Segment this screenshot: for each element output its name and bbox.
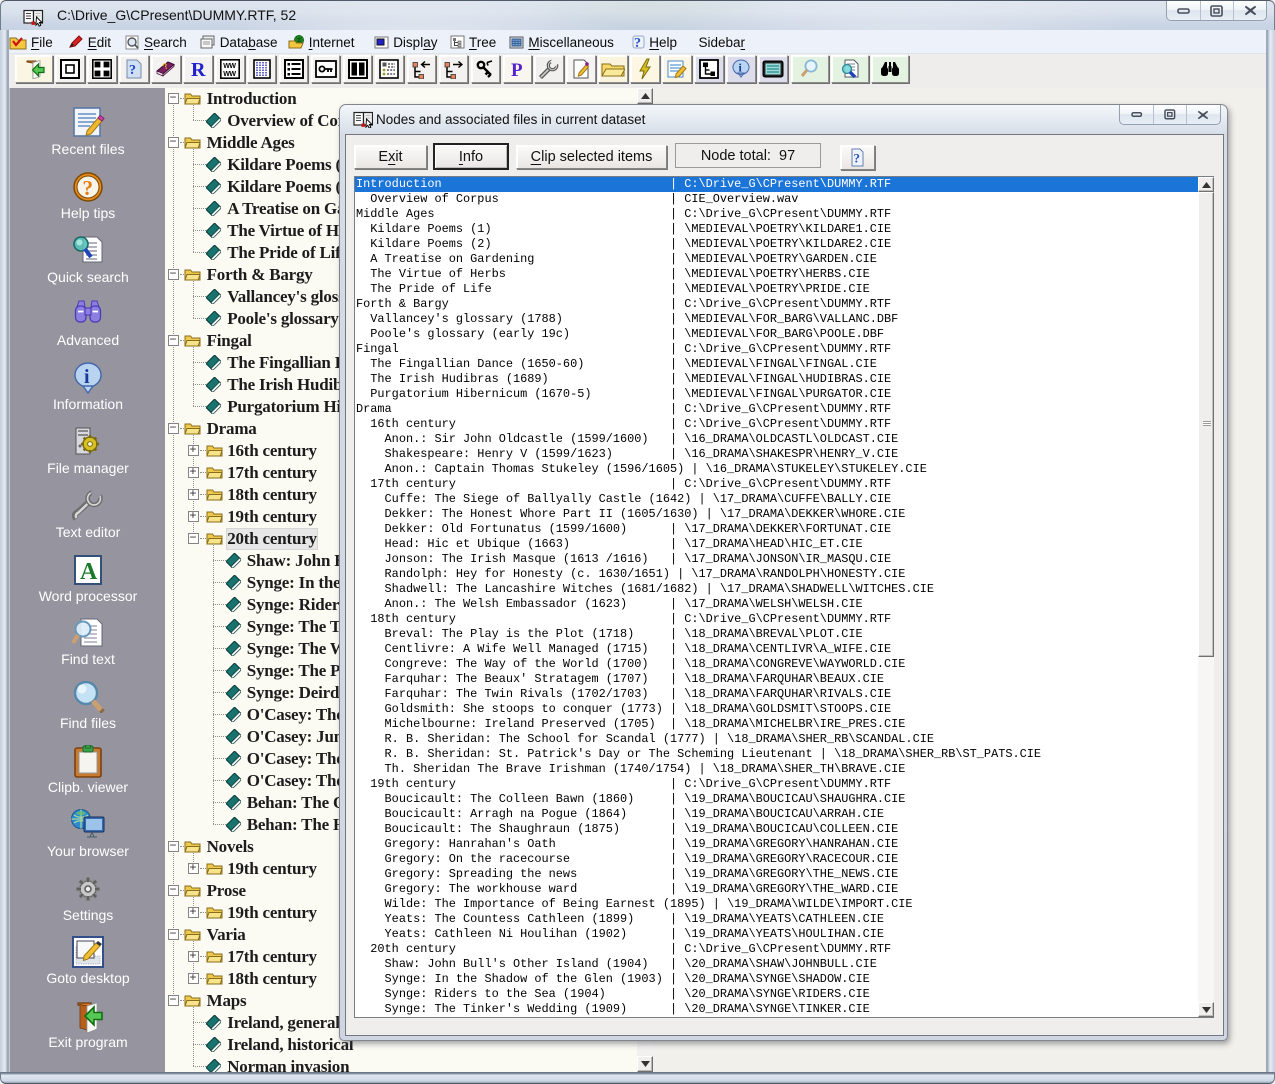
svg-text:i: i bbox=[84, 366, 90, 388]
svg-text:?: ? bbox=[854, 151, 861, 166]
svg-text:A: A bbox=[80, 559, 98, 585]
svg-text:R: R bbox=[191, 59, 206, 79]
svg-text:WW: WW bbox=[223, 71, 236, 78]
svg-text:?: ? bbox=[129, 63, 136, 78]
svg-text:P: P bbox=[511, 60, 523, 79]
svg-text:?: ? bbox=[634, 36, 641, 49]
svg-text:WW: WW bbox=[223, 63, 236, 70]
svg-text:?: ? bbox=[83, 176, 94, 200]
